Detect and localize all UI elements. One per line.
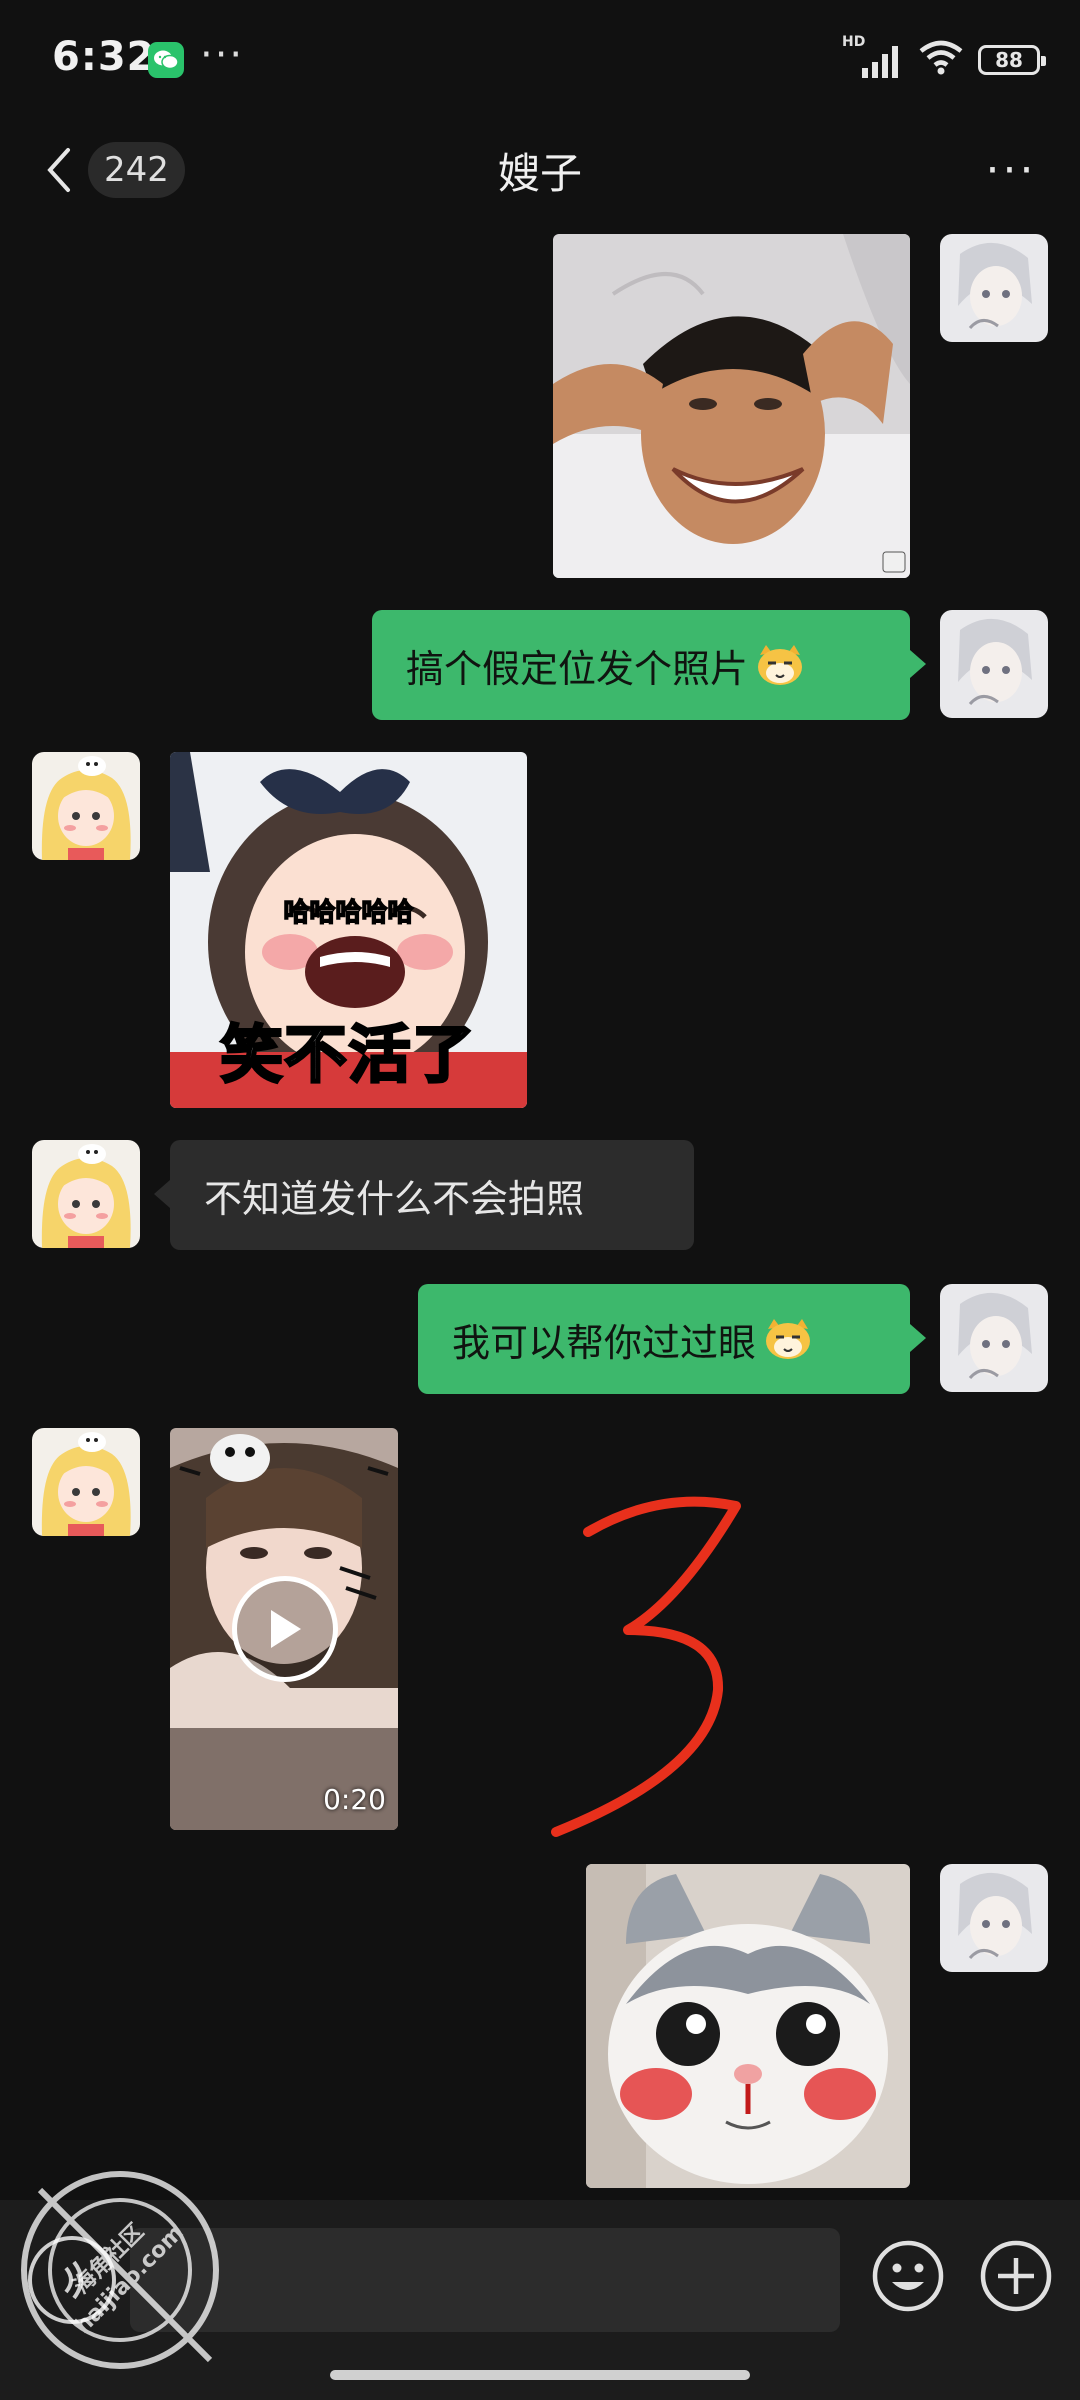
image-message-meme[interactable] — [553, 234, 910, 578]
handwritten-annotation-mark — [551, 1496, 741, 1837]
more-functions-button[interactable] — [978, 2238, 1054, 2314]
contact-avatar[interactable] — [32, 1140, 140, 1248]
contact-avatar[interactable] — [32, 752, 140, 860]
signal-icon: HD — [842, 34, 904, 80]
text-message-sent[interactable]: 搞个假定位发个照片 — [372, 610, 926, 720]
image-overlay-big-text: 笑不活了 — [219, 1017, 477, 1093]
doge-cat-emoji-icon — [766, 1319, 811, 1359]
hd-badge: HD — [842, 34, 866, 50]
my-avatar[interactable] — [940, 610, 1048, 718]
image-overlay-small-text: 哈哈哈哈哈 — [283, 897, 415, 929]
wifi-icon — [918, 39, 964, 81]
watermark: 海角社区 haijiao.com — [10, 2160, 230, 2380]
status-more-dots: ··· — [200, 32, 245, 78]
play-button[interactable] — [232, 1576, 338, 1682]
video-duration: 0:20 — [323, 1783, 386, 1816]
more-options-button[interactable]: ··· — [976, 142, 1046, 198]
text-message-sent[interactable]: 我可以帮你过过眼 — [418, 1284, 926, 1394]
status-icons: HD 88 — [842, 34, 1046, 81]
chat-header: 242 嫂子 ··· — [0, 120, 1080, 220]
emoji-icon — [872, 2240, 944, 2312]
image-message-laughing-kid[interactable]: 哈哈哈哈哈 笑不活了 — [170, 752, 527, 1108]
contact-avatar[interactable] — [32, 1428, 140, 1536]
emoji-button[interactable] — [870, 2238, 946, 2314]
battery-level: 88 — [995, 48, 1023, 72]
chat-title: 嫂子 — [497, 149, 582, 198]
text-message-received[interactable]: 不知道发什么不会拍照 — [154, 1140, 694, 1250]
play-icon — [271, 1610, 301, 1648]
home-indicator[interactable] — [330, 2370, 750, 2380]
video-message[interactable]: 0:20 — [170, 1428, 398, 1830]
status-time: 6:32 — [52, 34, 156, 80]
my-avatar[interactable] — [940, 1864, 1048, 1972]
message-text: 我可以帮你过过眼 — [452, 1320, 757, 1365]
my-avatar[interactable] — [940, 1284, 1048, 1392]
message-text: 不知道发什么不会拍照 — [204, 1176, 585, 1221]
message-text: 搞个假定位发个照片 — [406, 646, 749, 691]
doge-cat-emoji-icon — [758, 645, 803, 685]
my-avatar[interactable] — [940, 234, 1048, 342]
battery-icon: 88 — [978, 45, 1046, 75]
plus-icon — [980, 2240, 1052, 2312]
wechat-icon — [148, 42, 184, 78]
image-message-cat-sticker[interactable] — [586, 1864, 910, 2188]
status-bar: 6:32 ··· HD 88 — [0, 0, 1080, 120]
